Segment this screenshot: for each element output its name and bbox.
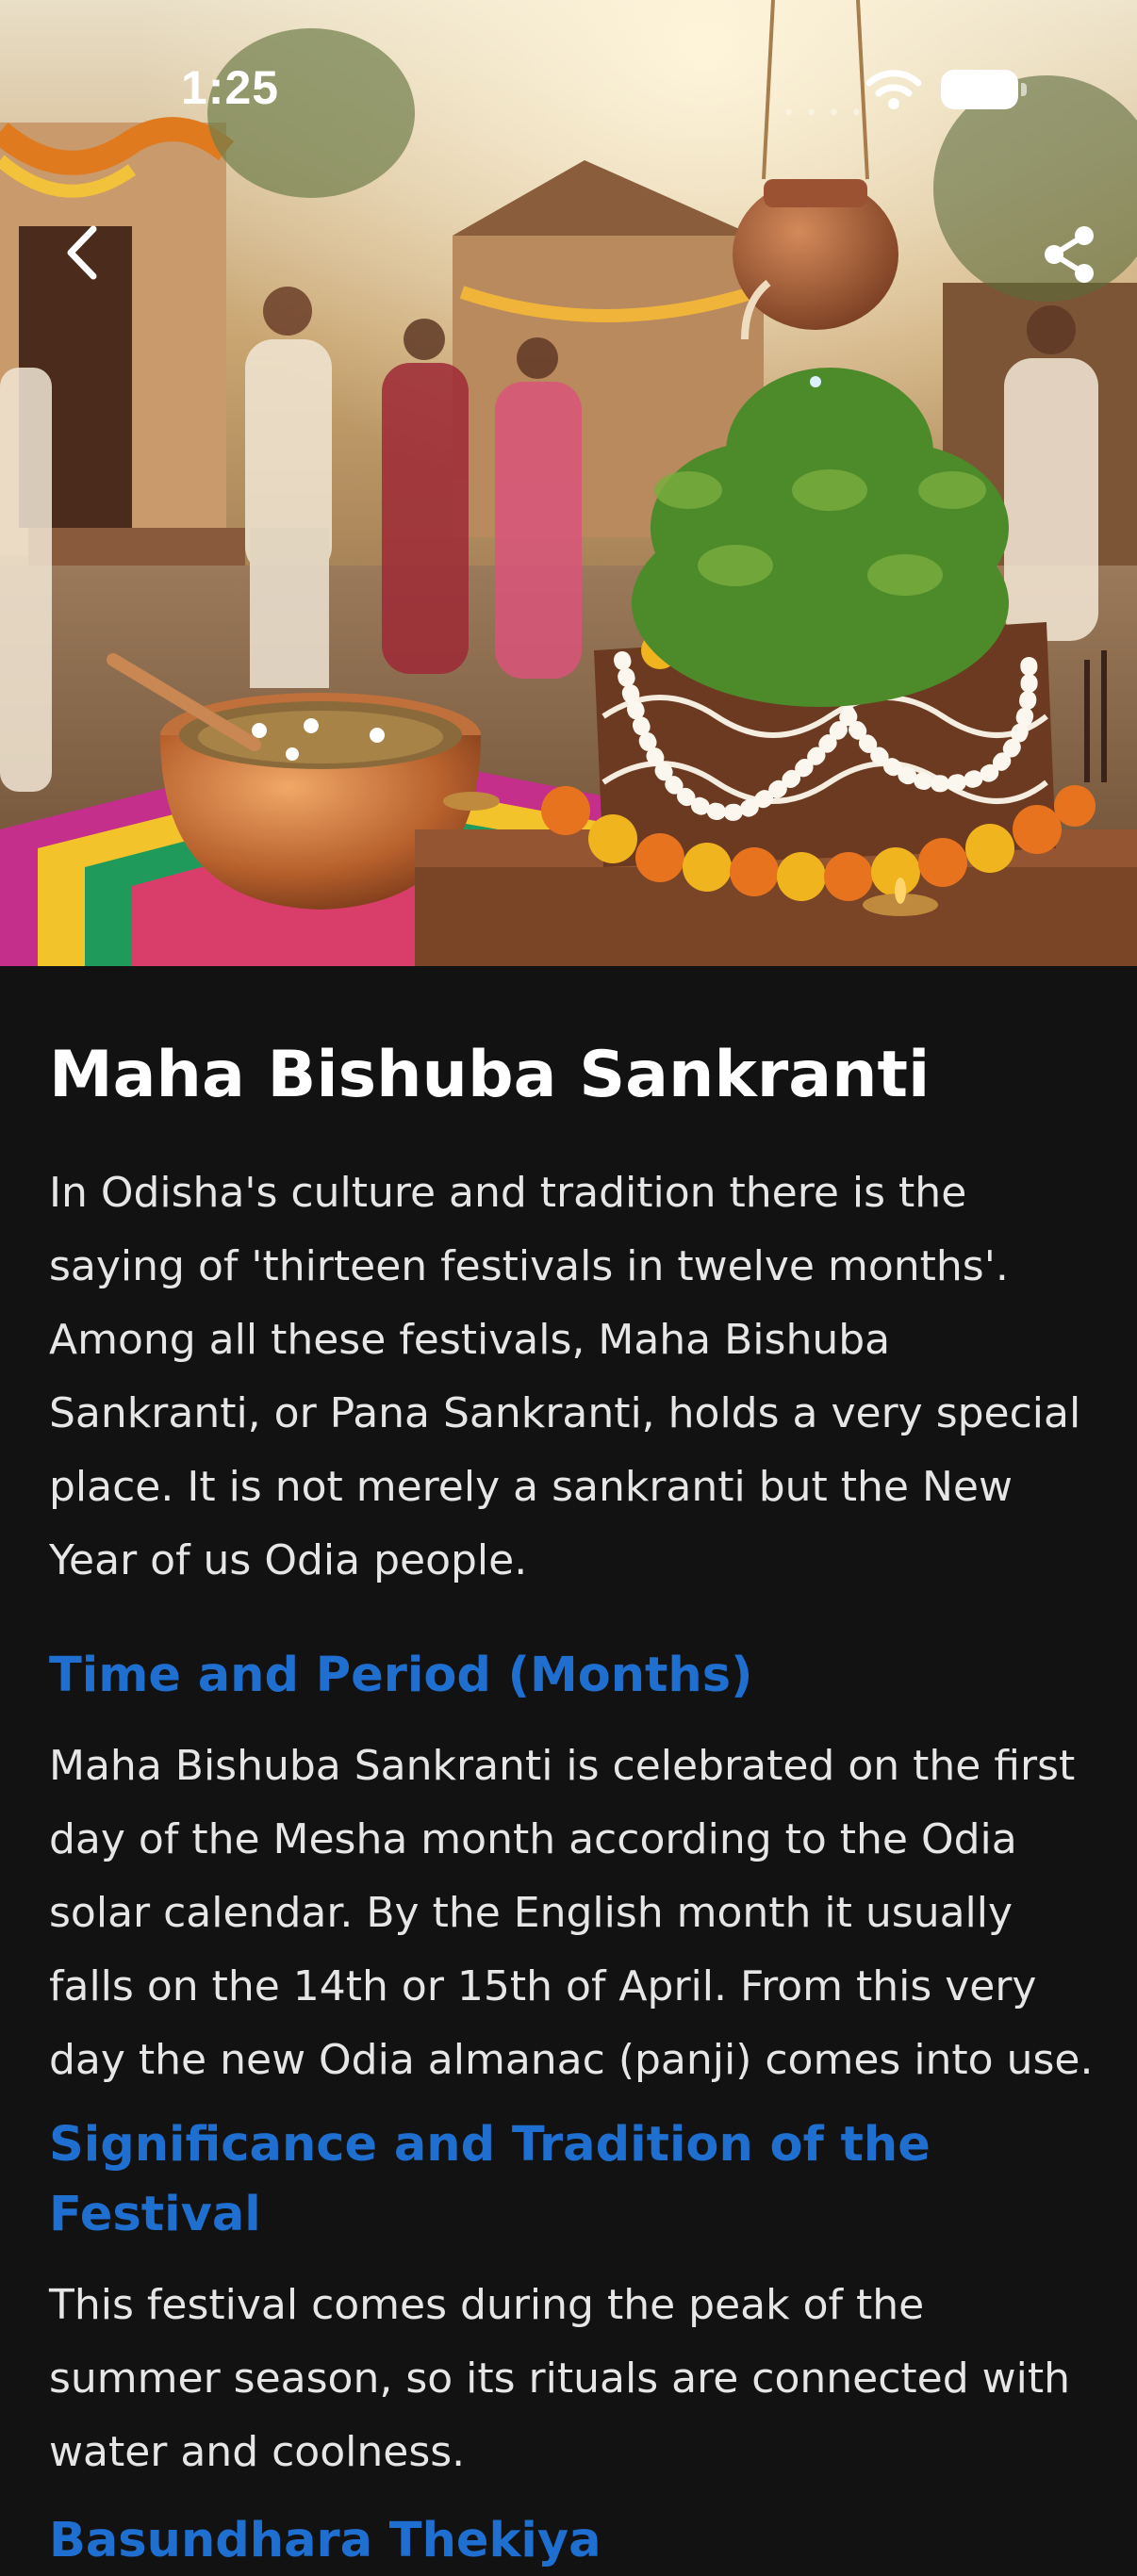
wifi-icon <box>865 68 922 115</box>
article-title: Maha Bishuba Sankranti <box>49 1038 931 1112</box>
festival-illustration <box>0 0 1137 966</box>
section-body-significance: This festival comes during the peak of t… <box>49 2281 1070 2476</box>
chevron-left-icon <box>67 225 97 280</box>
section-heading-significance: Significance and Tradition of the Festiv… <box>49 2117 931 2242</box>
section-heading-time-period: Time and Period (Months) <box>49 1648 753 1703</box>
article-content: Maha Bishuba Sankranti In Odisha's cultu… <box>49 1032 1096 2576</box>
back-button[interactable] <box>49 215 115 290</box>
share-icon <box>1045 226 1094 283</box>
article-intro: In Odisha's culture and tradition there … <box>49 1169 1081 1584</box>
hero-image <box>0 0 1137 966</box>
section-heading-basundhara-thekiya: Basundhara Thekiya <box>49 2513 601 2568</box>
battery-icon <box>941 70 1018 109</box>
share-button[interactable] <box>1031 217 1107 292</box>
section-body-time-period: Maha Bishuba Sankranti is celebrated on … <box>49 1742 1094 2084</box>
status-bar-time: 1:25 <box>181 61 280 114</box>
dynamic-island-dots: • • • • <box>783 102 865 125</box>
battery-tip <box>1021 83 1027 96</box>
